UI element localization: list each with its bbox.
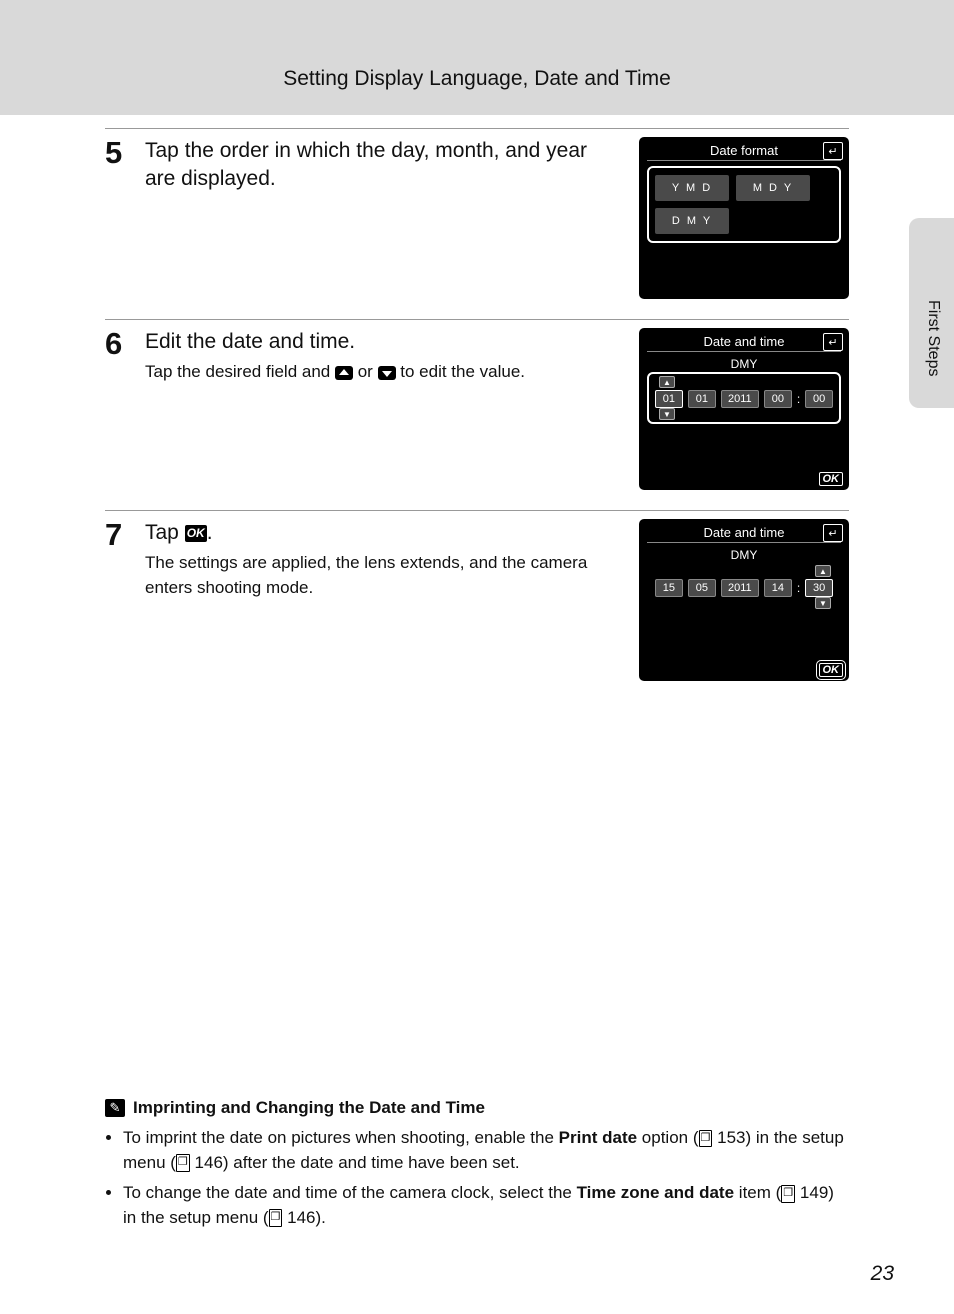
manual-page: Setting Display Language, Date and Time … (0, 0, 954, 1314)
option-ymd[interactable]: Y M D (655, 175, 729, 201)
note-section: ✎ Imprinting and Changing the Date and T… (105, 1098, 849, 1237)
pencil-icon: ✎ (105, 1099, 125, 1117)
ok-icon: OK (185, 525, 207, 541)
step-number: 6 (105, 328, 145, 361)
step-sub: The settings are applied, the lens exten… (145, 551, 621, 600)
field-panel: ▲ ▼ 01 01 2011 00:00 (647, 372, 841, 424)
page-ref-icon: ❐ (176, 1154, 190, 1172)
steps-container: 5 Tap the order in which the day, month,… (105, 128, 849, 701)
step-title: Tap OK. (145, 519, 621, 547)
header-band (0, 0, 954, 115)
screen-title: Date format (647, 143, 841, 158)
page-title: Setting Display Language, Date and Time (0, 67, 954, 91)
step-6: 6 Edit the date and time. Tap the desire… (105, 328, 849, 490)
camera-screen-date-time-set: ↵ Date and time DMY ▲ ▼ 15 05 2011 14:30 (639, 519, 849, 681)
back-icon[interactable]: ↵ (823, 333, 843, 351)
field-panel: ▲ ▼ 15 05 2011 14:30 (647, 563, 841, 611)
down-arrow-icon[interactable]: ▼ (815, 597, 831, 609)
step-title: Edit the date and time. (145, 328, 621, 356)
step-number: 7 (105, 519, 145, 552)
ok-button[interactable]: OK (819, 663, 844, 677)
divider (105, 128, 849, 129)
screen-title: Date and time (647, 334, 841, 349)
field-minute[interactable]: 30 (805, 579, 833, 597)
page-ref-icon: ❐ (269, 1209, 283, 1227)
field-year[interactable]: 2011 (721, 579, 759, 597)
step-5: 5 Tap the order in which the day, month,… (105, 137, 849, 299)
page-ref-icon: ❐ (781, 1185, 795, 1203)
side-tab-label: First Steps (924, 300, 942, 376)
back-icon[interactable]: ↵ (823, 524, 843, 542)
divider (105, 510, 849, 511)
screen-divider (647, 542, 841, 543)
up-arrow-icon (335, 366, 353, 380)
screen-divider (647, 160, 841, 161)
back-icon[interactable]: ↵ (823, 142, 843, 160)
camera-screen-date-time: ↵ Date and time DMY ▲ ▼ 01 01 2011 00:00 (639, 328, 849, 490)
field-month[interactable]: 01 (688, 390, 716, 408)
option-mdy[interactable]: M D Y (736, 175, 810, 201)
field-hour[interactable]: 14 (764, 579, 792, 597)
screen-subtitle: DMY (647, 357, 841, 371)
field-month[interactable]: 05 (688, 579, 716, 597)
page-number: 23 (871, 1262, 894, 1286)
screen-title: Date and time (647, 525, 841, 540)
note-list: To imprint the date on pictures when sho… (105, 1126, 849, 1231)
field-day[interactable]: 15 (655, 579, 683, 597)
divider (105, 319, 849, 320)
camera-screen-date-format: ↵ Date format Y M D M D Y D M Y (639, 137, 849, 299)
field-minute[interactable]: 00 (805, 390, 833, 408)
step-number: 5 (105, 137, 145, 170)
field-day[interactable]: 01 (655, 390, 683, 408)
step-title: Tap the order in which the day, month, a… (145, 137, 621, 194)
step-7: 7 Tap OK. The settings are applied, the … (105, 519, 849, 681)
note-item: To change the date and time of the camer… (123, 1181, 849, 1230)
step-sub: Tap the desired field and or to edit the… (145, 360, 621, 385)
down-arrow-icon (378, 366, 396, 380)
note-item: To imprint the date on pictures when sho… (123, 1126, 849, 1175)
screen-subtitle: DMY (647, 548, 841, 562)
down-arrow-icon[interactable]: ▼ (659, 408, 675, 420)
up-arrow-icon[interactable]: ▲ (659, 376, 675, 388)
field-hour[interactable]: 00 (764, 390, 792, 408)
field-year[interactable]: 2011 (721, 390, 759, 408)
up-arrow-icon[interactable]: ▲ (815, 565, 831, 577)
option-dmy[interactable]: D M Y (655, 208, 729, 234)
options-panel: Y M D M D Y D M Y (647, 166, 841, 243)
note-title: Imprinting and Changing the Date and Tim… (133, 1098, 485, 1118)
page-ref-icon: ❐ (699, 1130, 713, 1148)
ok-button[interactable]: OK (819, 472, 844, 486)
screen-divider (647, 351, 841, 352)
